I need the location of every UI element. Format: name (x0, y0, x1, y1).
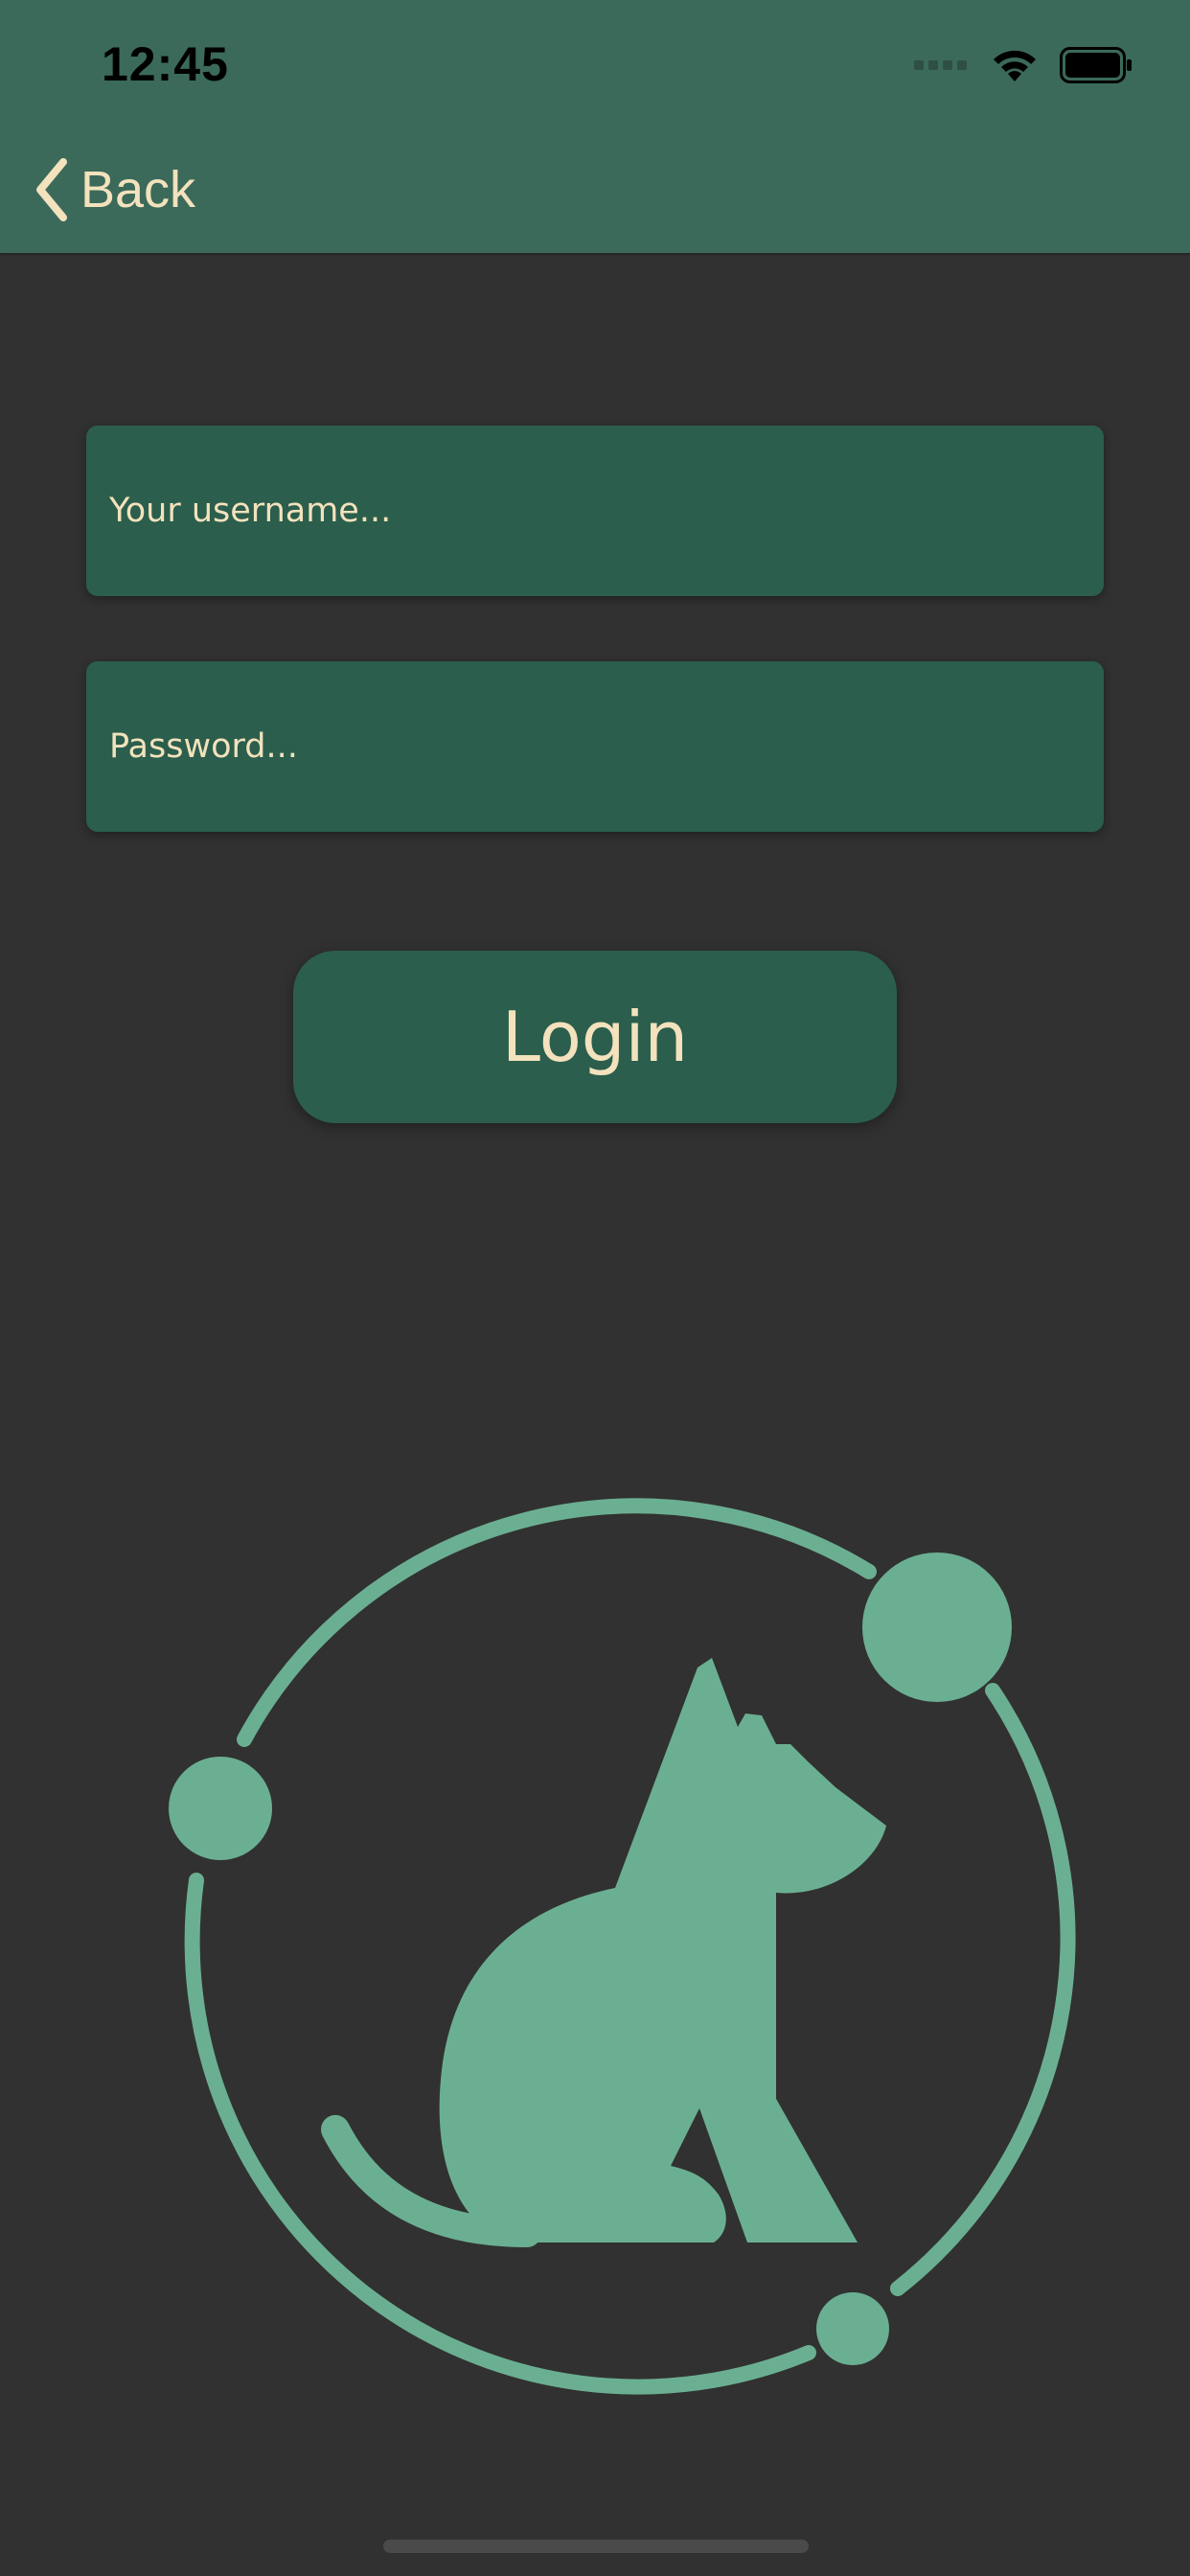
login-button[interactable]: Login (293, 951, 897, 1123)
back-label: Back (80, 161, 196, 218)
chevron-left-icon (36, 158, 67, 221)
battery-icon (1060, 47, 1132, 83)
home-indicator (383, 2540, 809, 2553)
back-button[interactable]: Back (33, 153, 195, 226)
status-time: 12:45 (102, 37, 229, 91)
status-icons (914, 42, 1133, 88)
username-input[interactable] (107, 491, 1104, 531)
cellular-signal-icon (914, 60, 967, 70)
navigation-header: 12:45 Back (0, 0, 1190, 253)
username-field[interactable] (86, 426, 1104, 596)
password-input[interactable] (107, 726, 1104, 767)
wifi-icon (994, 50, 1036, 81)
password-field[interactable] (86, 661, 1104, 832)
login-screen: 12:45 Back Your username... Login (0, 0, 1190, 2576)
dog-orbit-logo-icon (169, 1498, 1076, 2395)
